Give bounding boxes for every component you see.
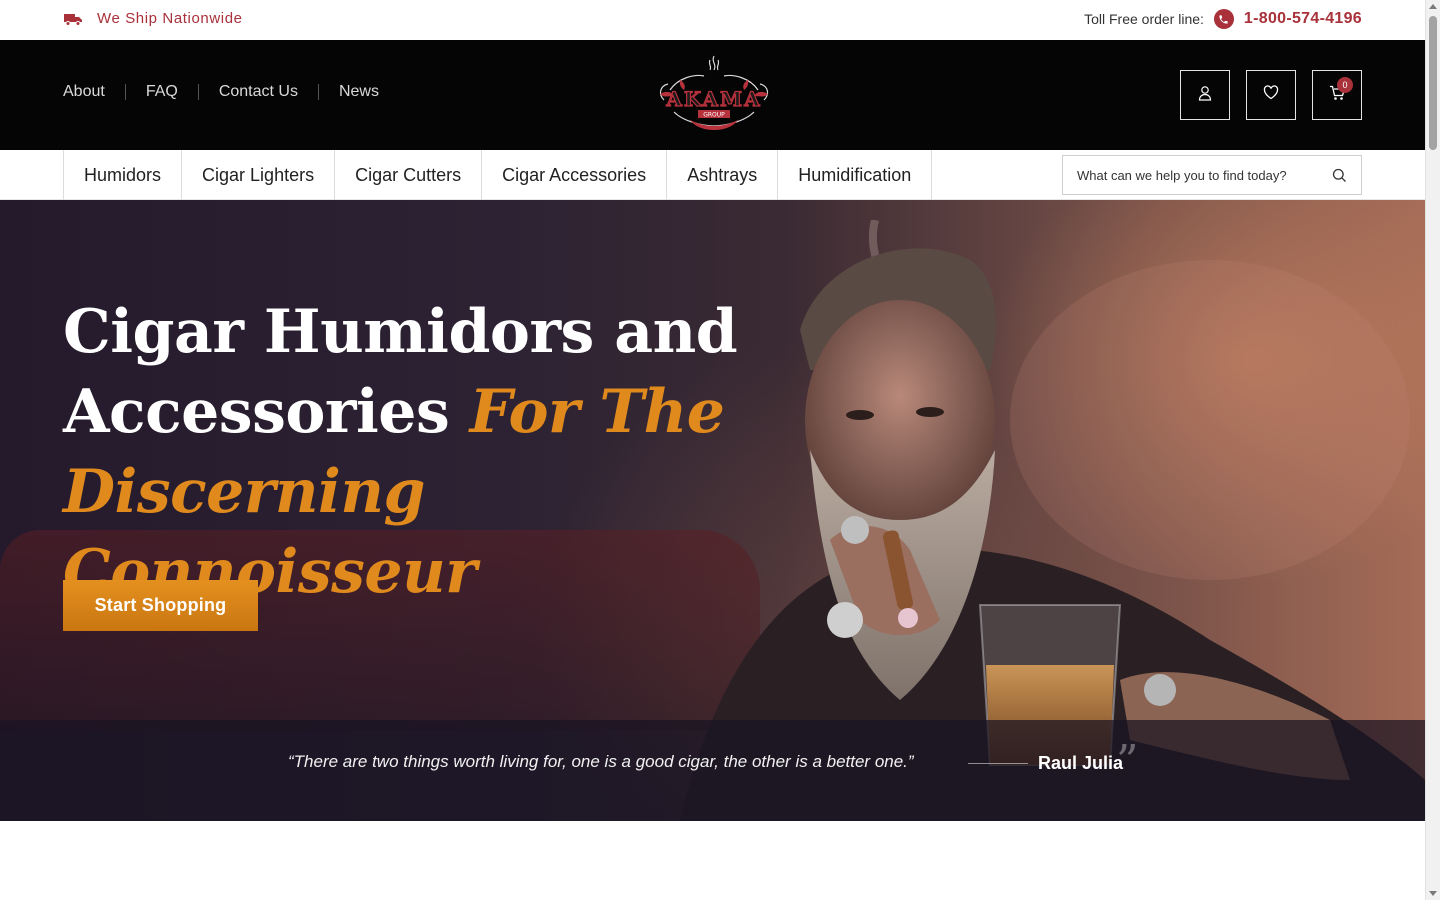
hero-title-line1: Cigar Humidors and [63,297,738,367]
search-box [1062,155,1362,195]
header-nav: About FAQ Contact Us News [63,84,399,100]
phone-icon [1213,9,1234,29]
category-ashtrays[interactable]: Ashtrays [666,150,777,200]
wishlist-button[interactable] [1246,70,1296,120]
search-input[interactable] [1077,167,1325,183]
nav-link-news[interactable]: News [317,84,399,100]
phone-number-link[interactable]: 1-800-574-4196 [1244,10,1362,28]
category-humidification[interactable]: Humidification [777,150,933,200]
account-button[interactable] [1180,70,1230,120]
heart-icon [1263,85,1279,105]
nav-link-faq[interactable]: FAQ [124,84,198,100]
category-bar: Humidors Cigar Lighters Cigar Cutters Ci… [0,150,1425,200]
hero-title-accent-1: For The [469,377,725,447]
category-nav: Humidors Cigar Lighters Cigar Cutters Ci… [63,150,933,200]
shipping-text: We Ship Nationwide [97,10,243,27]
nav-link-about[interactable]: About [63,84,125,100]
hero-banner: Cigar Humidors and Accessories For The D… [0,200,1425,821]
category-cigar-accessories[interactable]: Cigar Accessories [481,150,666,200]
category-humidors[interactable]: Humidors [63,150,181,200]
top-bar: We Ship Nationwide Toll Free order line:… [0,0,1425,40]
toll-free-label: Toll Free order line: [1084,11,1204,27]
cart-button[interactable]: 0 [1312,70,1362,120]
site-logo[interactable]: AKAMA GROUP [650,50,778,138]
cart-count-badge: 0 [1337,77,1353,93]
scroll-down-arrow-icon[interactable] [1429,891,1437,896]
main-header: About FAQ Contact Us News AKAMA GROUP 0 [0,40,1425,150]
quote-divider [968,763,1028,764]
logo-wordmark: AKAMA [665,87,761,111]
category-cigar-cutters[interactable]: Cigar Cutters [334,150,481,200]
start-shopping-button[interactable]: Start Shopping [63,580,258,631]
quote-text: “There are two things worth living for, … [288,752,914,771]
header-actions: 0 [1180,70,1362,120]
shipping-notice: We Ship Nationwide [63,10,243,27]
hero-heading: Cigar Humidors and Accessories For The D… [63,292,763,612]
quote-band: “There are two things worth living for, … [0,720,1425,821]
toll-free-line: Toll Free order line: 1-800-574-4196 [1084,9,1362,29]
quote-author: Raul Julia [1038,753,1124,773]
page-scrollbar[interactable] [1425,0,1440,900]
hero-title-line2: Accessories [63,377,470,447]
logo-subtitle: GROUP [703,112,725,119]
search-icon[interactable] [1332,168,1347,188]
nav-link-contact-us[interactable]: Contact Us [197,84,318,100]
truck-icon [63,12,83,26]
scroll-up-arrow-icon[interactable] [1429,4,1437,9]
user-icon [1197,85,1213,106]
category-cigar-lighters[interactable]: Cigar Lighters [181,150,334,200]
scroll-thumb[interactable] [1429,16,1437,150]
